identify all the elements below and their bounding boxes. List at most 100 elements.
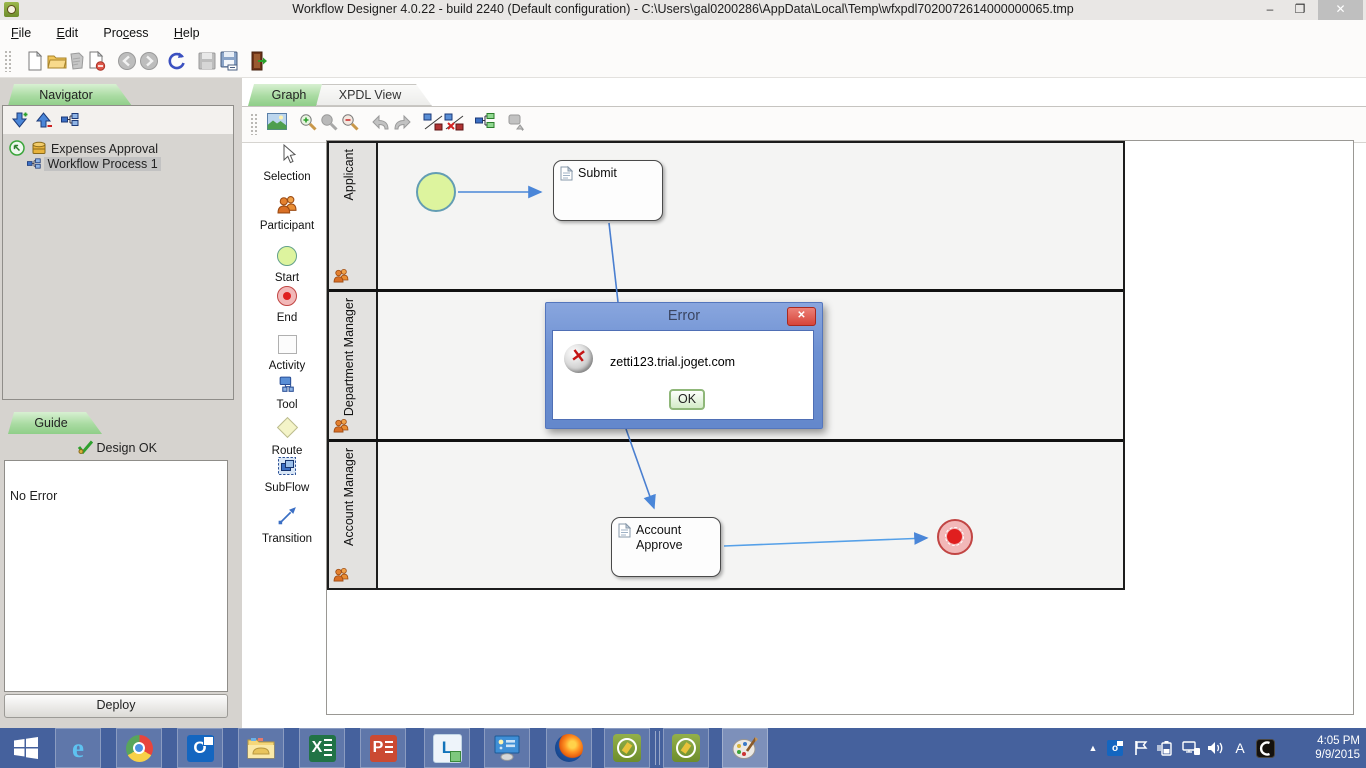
package-icon xyxy=(32,141,46,154)
error-dialog-body: ✕ zetti123.trial.joget.com OK xyxy=(552,330,814,420)
activity-node-account-approve[interactable]: Account Approve xyxy=(611,517,721,577)
tree-item-package[interactable]: Expenses Approval xyxy=(9,140,158,156)
palette-activity[interactable]: Activity xyxy=(248,335,326,372)
taskbar-clock[interactable]: 4:05 PM 9/9/2015 xyxy=(1315,734,1360,762)
outlook-icon: O xyxy=(186,734,214,762)
lane-department-manager-header[interactable]: Department Manager xyxy=(329,292,378,439)
palette-route[interactable]: Route xyxy=(248,416,326,457)
tray-show-hidden-icon[interactable]: ▲ xyxy=(1086,728,1100,768)
guide-status: Design OK xyxy=(0,440,234,455)
lane-account-manager[interactable]: Account Manager xyxy=(329,441,1123,588)
palette-participant[interactable]: Participant xyxy=(248,195,326,232)
graph-canvas[interactable]: Applicant Department Manager Account Man… xyxy=(326,140,1354,715)
start-icon xyxy=(277,246,297,269)
taskbar-paint[interactable] xyxy=(722,728,768,768)
lane-account-manager-header[interactable]: Account Manager xyxy=(329,441,378,588)
lane-applicant-header[interactable]: Applicant xyxy=(329,143,378,290)
tray-battery-icon[interactable] xyxy=(1155,728,1177,768)
save-as-icon[interactable] xyxy=(218,50,240,72)
taskbar-outlook[interactable]: O xyxy=(177,728,223,768)
graph-toolbar-grip[interactable] xyxy=(250,113,259,135)
minimize-button[interactable]: – xyxy=(1255,0,1285,20)
tray-outlook-icon[interactable]: o xyxy=(1104,728,1126,768)
end-node[interactable] xyxy=(937,519,973,555)
toolbar-grip[interactable] xyxy=(4,50,13,72)
refresh-icon[interactable] xyxy=(166,50,188,72)
exit-icon[interactable] xyxy=(248,50,270,72)
tray-volume-icon[interactable] xyxy=(1204,728,1226,768)
deploy-button[interactable]: Deploy xyxy=(4,694,228,718)
tab-xpdl-view[interactable]: XPDL View xyxy=(316,84,432,106)
palette-start[interactable]: Start xyxy=(248,246,326,284)
navigator-tab[interactable]: Navigator xyxy=(8,84,132,106)
lane-applicant-body[interactable] xyxy=(378,143,1123,290)
end-node-dot xyxy=(945,527,964,546)
chrome-icon xyxy=(125,734,153,762)
route-icon xyxy=(276,416,299,442)
error-icon: ✕ xyxy=(564,344,593,373)
tree-item-process[interactable]: Workflow Process 1 xyxy=(27,157,161,171)
restore-button[interactable]: ❐ xyxy=(1285,0,1315,20)
taskbar-powerpoint[interactable]: P xyxy=(360,728,406,768)
ok-button[interactable]: OK xyxy=(669,389,705,410)
add-package-icon[interactable] xyxy=(11,111,29,132)
new-document-icon[interactable] xyxy=(24,50,46,72)
error-dialog-close-icon[interactable]: ✕ xyxy=(787,307,816,326)
palette-end[interactable]: End xyxy=(248,286,326,324)
palette-tool[interactable]: Tool xyxy=(248,376,326,411)
taskbar-firefox[interactable] xyxy=(546,728,592,768)
lane-account-manager-body[interactable] xyxy=(378,441,1123,588)
taskbar-chrome[interactable] xyxy=(116,728,162,768)
open-folder-icon[interactable] xyxy=(46,50,68,72)
zoom-out-icon[interactable] xyxy=(340,112,362,134)
close-button[interactable]: ✕ xyxy=(1318,0,1363,20)
tray-language-indicator[interactable]: A xyxy=(1231,728,1249,768)
export-image-icon[interactable] xyxy=(266,112,288,134)
workflow-designer-icon xyxy=(613,734,641,762)
status-circle-icon xyxy=(9,140,25,156)
remove-package-icon[interactable] xyxy=(35,111,53,132)
process-icon xyxy=(27,158,41,169)
firefox-icon xyxy=(555,734,583,762)
palette-selection[interactable]: Selection xyxy=(248,143,326,183)
palette-transition[interactable]: Transition xyxy=(248,504,326,545)
taskbar-file-explorer[interactable] xyxy=(238,728,284,768)
taskbar-excel[interactable]: X xyxy=(299,728,345,768)
tree-item-process-label[interactable]: Workflow Process 1 xyxy=(44,157,161,171)
workflow-designer-icon xyxy=(672,734,700,762)
start-button[interactable] xyxy=(6,732,46,764)
menu-help[interactable]: Help xyxy=(163,20,211,46)
participant-icon xyxy=(275,195,299,217)
taskbar-lync[interactable]: L xyxy=(424,728,470,768)
taskbar-workflow-designer-1[interactable] xyxy=(604,728,650,768)
taskbar-internet-explorer[interactable]: e xyxy=(55,728,101,768)
start-node[interactable] xyxy=(416,172,456,212)
tray-app-icon[interactable] xyxy=(1253,728,1277,768)
error-dialog[interactable]: Error ✕ ✕ zetti123.trial.joget.com OK xyxy=(545,302,823,429)
close-document-icon[interactable] xyxy=(86,50,108,72)
menu-edit[interactable]: Edit xyxy=(46,20,90,46)
taskbar-workflow-designer-2[interactable] xyxy=(663,728,709,768)
menu-process[interactable]: Process xyxy=(92,20,159,46)
taskbar-remote-desktop[interactable] xyxy=(484,728,530,768)
zoom-in-icon[interactable] xyxy=(298,112,320,134)
tray-time: 4:05 PM xyxy=(1317,735,1360,747)
powerpoint-icon: P xyxy=(369,734,397,762)
lane-applicant[interactable]: Applicant xyxy=(329,143,1123,293)
activity-node-submit[interactable]: Submit xyxy=(553,160,663,221)
clean-transitions-icon[interactable] xyxy=(422,112,444,134)
guide-tab[interactable]: Guide xyxy=(8,412,102,434)
remove-transitions-icon[interactable] xyxy=(443,112,465,134)
organize-icon[interactable] xyxy=(474,112,496,134)
participant-icon xyxy=(332,567,350,585)
document-icon xyxy=(560,166,573,181)
excel-icon: X xyxy=(308,734,336,762)
tray-network-icon[interactable] xyxy=(1180,728,1202,768)
menu-file[interactable]: File xyxy=(0,20,42,46)
workflow-designer-window: Workflow Designer 4.0.22 - build 2240 (D… xyxy=(0,0,1366,768)
menu-bar: File Edit Process Help xyxy=(0,20,1366,46)
new-process-icon[interactable] xyxy=(61,113,79,129)
palette-subflow[interactable]: SubFlow xyxy=(248,456,326,494)
tray-flag-icon[interactable] xyxy=(1131,728,1151,768)
internet-explorer-icon: e xyxy=(72,732,84,763)
